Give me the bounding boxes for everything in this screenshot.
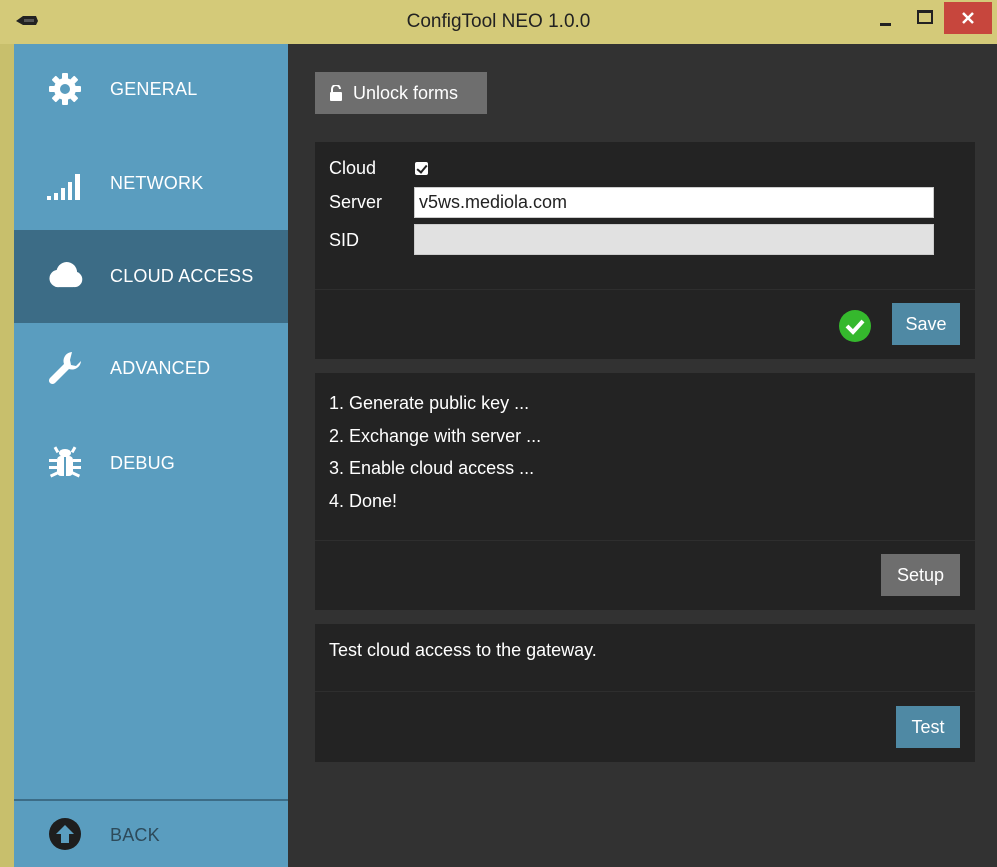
- sidebar-item-label: NETWORK: [110, 173, 204, 193]
- cloud-checkbox[interactable]: [415, 162, 428, 175]
- close-button[interactable]: [944, 2, 992, 34]
- main-content: Unlock forms Cloud Server SID Save: [288, 44, 997, 867]
- sidebar-item-label: CLOUD ACCESS: [110, 266, 254, 286]
- sidebar-item-general[interactable]: GENERAL: [14, 44, 288, 137]
- server-input[interactable]: [414, 187, 934, 218]
- panel-footer: Test: [315, 691, 975, 762]
- minimize-button[interactable]: [868, 4, 902, 34]
- setup-steps-list: 1. Generate public key ... 2. Exchange w…: [329, 387, 541, 517]
- sidebar-item-advanced[interactable]: ADVANCED: [14, 323, 288, 416]
- bug-icon: [46, 443, 84, 481]
- setup-steps-panel: 1. Generate public key ... 2. Exchange w…: [315, 373, 975, 610]
- cloud-settings-panel: Cloud Server SID Save: [315, 142, 975, 359]
- arrow-up-circle-icon: [46, 815, 84, 853]
- setup-step: 4. Done!: [329, 490, 398, 511]
- panel-footer: Setup: [315, 540, 975, 610]
- test-description: Test cloud access to the gateway.: [329, 640, 597, 660]
- check-circle-icon: [839, 310, 871, 342]
- test-button[interactable]: Test: [896, 706, 960, 748]
- sidebar-item-label: DEBUG: [110, 453, 176, 473]
- setup-step: 2. Exchange with server ...: [329, 425, 542, 446]
- sidebar-item-label: GENERAL: [110, 79, 198, 99]
- signal-bars-icon: [46, 165, 84, 203]
- close-icon: [962, 12, 974, 24]
- unlock-forms-label: Unlock forms: [353, 82, 459, 103]
- setup-button[interactable]: Setup: [881, 554, 960, 596]
- sidebar-item-debug[interactable]: DEBUG: [14, 416, 288, 509]
- window-title: ConfigTool NEO 1.0.0: [406, 11, 591, 32]
- maximize-button[interactable]: [906, 4, 940, 34]
- wrench-icon: [46, 349, 84, 387]
- sidebar-item-network[interactable]: NETWORK: [14, 137, 288, 230]
- panel-footer: Save: [315, 289, 975, 359]
- cloud-label: Cloud: [329, 158, 377, 178]
- test-panel: Test cloud access to the gateway. Test: [315, 624, 975, 762]
- unlock-forms-button[interactable]: Unlock forms: [315, 72, 487, 114]
- server-label: Server: [329, 192, 383, 212]
- sid-label: SID: [329, 230, 360, 250]
- sidebar: GENERAL NETWORK CLOUD ACCESS ADVANCED DE…: [14, 44, 288, 867]
- sidebar-item-cloud-access[interactable]: CLOUD ACCESS: [14, 230, 288, 323]
- title-bar: ConfigTool NEO 1.0.0: [0, 0, 997, 44]
- cloud-icon: [46, 256, 84, 294]
- unlock-icon: [329, 85, 343, 101]
- save-button[interactable]: Save: [892, 303, 960, 345]
- gear-icon: [46, 70, 84, 108]
- app-window: ConfigTool NEO 1.0.0 GENERAL NETWORK CLO…: [0, 0, 997, 867]
- sid-input[interactable]: [414, 224, 934, 255]
- back-button[interactable]: BACK: [14, 801, 288, 867]
- setup-step: 3. Enable cloud access ...: [329, 458, 535, 478]
- back-label: BACK: [110, 825, 160, 845]
- sidebar-item-label: ADVANCED: [110, 358, 211, 378]
- setup-step: 1. Generate public key ...: [329, 393, 530, 413]
